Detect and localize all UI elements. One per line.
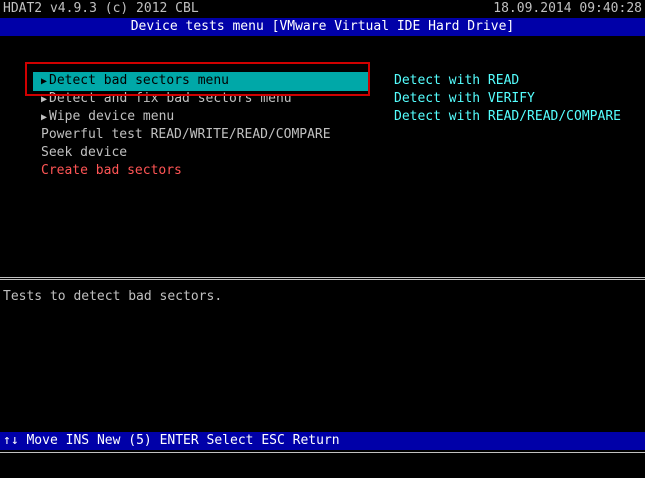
submenu-arrow-icon: ▶: [41, 94, 48, 105]
menu-item-powerful-test[interactable]: Powerful test READ/WRITE/READ/COMPARE: [41, 126, 331, 144]
submenu-item-detect-read-compare[interactable]: Detect with READ/READ/COMPARE: [394, 108, 621, 126]
menu-item-label: Detect bad sectors menu: [49, 73, 230, 88]
menu-item-label: Powerful test READ/WRITE/READ/COMPARE: [41, 127, 331, 142]
new-label: New: [96, 433, 121, 448]
ins-key[interactable]: INS: [66, 433, 89, 448]
submenu-arrow-icon: ▶: [41, 112, 48, 123]
key-help-bar: ↑↓ Move INS New (5) ENTER Select ESC Ret…: [0, 432, 645, 450]
app-title: HDAT2 v4.9.3 (c) 2012 CBL: [3, 1, 199, 16]
submenu-arrow-icon: ▶: [41, 76, 48, 87]
five-key[interactable]: (5): [128, 433, 151, 448]
submenu-item-detect-verify[interactable]: Detect with VERIFY: [394, 90, 535, 108]
menu-item-create-bad-sectors[interactable]: Create bad sectors: [41, 162, 182, 180]
menu-title-bar: Device tests menu [VMware Virtual IDE Ha…: [0, 18, 645, 36]
menu-item-label: Wipe device menu: [49, 109, 175, 124]
esc-key[interactable]: ESC: [261, 433, 284, 448]
menu-item-wipe-device[interactable]: ▶ Wipe device menu: [41, 108, 174, 127]
submenu-item-detect-read[interactable]: Detect with READ: [394, 72, 519, 90]
menu-item-label: Detect and fix bad sectors menu: [49, 91, 292, 106]
menu-item-label: Create bad sectors: [41, 163, 182, 178]
menu-item-detect-and-fix[interactable]: ▶ Detect and fix bad sectors menu: [41, 90, 292, 109]
return-label: Return: [292, 433, 340, 448]
select-label: Select: [206, 433, 254, 448]
menu-item-detect-bad-sectors[interactable]: ▶ Detect bad sectors menu: [33, 72, 370, 91]
move-label: Move: [26, 433, 58, 448]
help-separator: [0, 277, 645, 280]
up-down-arrows-icon: ↑↓: [3, 433, 19, 448]
menu-item-label: Seek device: [41, 145, 128, 160]
bottom-separator: [0, 452, 645, 454]
datetime: 18.09.2014 09:40:28: [493, 1, 642, 16]
menu-item-seek-device[interactable]: Seek device: [41, 144, 127, 162]
help-text: Tests to detect bad sectors.: [3, 289, 223, 304]
enter-key[interactable]: ENTER: [160, 433, 199, 448]
